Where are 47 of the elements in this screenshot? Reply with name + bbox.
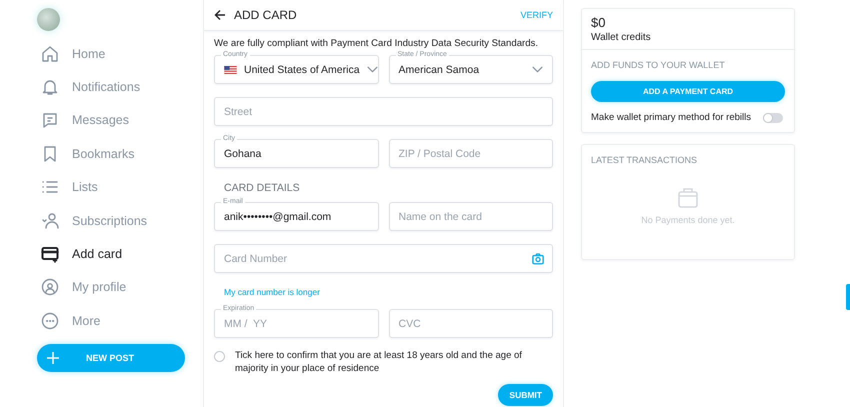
message-icon	[41, 111, 59, 130]
toggle-label: Make wallet primary method for rebills	[591, 112, 751, 123]
nav-item[interactable]: Notifications	[37, 70, 203, 104]
card-length-link[interactable]: My card number is longer	[224, 287, 320, 297]
nav-item[interactable]: Add card	[37, 237, 203, 271]
compliance-notice: We are fully compliant with Payment Card Industry Data Security Standards.	[214, 38, 540, 49]
input-field[interactable]: ZIP / Postal Code	[388, 139, 553, 168]
nav-item[interactable]: Subscriptions	[37, 204, 203, 238]
section-heading: ADD FUNDS TO YOUR WALLET	[591, 60, 726, 70]
wallet-amount: $0	[591, 15, 606, 30]
shopping-bag-icon	[676, 185, 700, 209]
checkbox-label: Tick here to confirm that you are at least 18 years old and the age of majority in your place of residence	[235, 349, 523, 375]
input-field[interactable]: Street	[214, 97, 553, 126]
age-checkbox[interactable]	[214, 351, 225, 362]
page-title: ADD CARD	[234, 8, 298, 22]
more-icon	[41, 312, 59, 330]
nav-item[interactable]: More	[37, 304, 203, 338]
home-icon	[41, 44, 59, 63]
card-number-field[interactable]: Card Number	[214, 244, 553, 273]
edge-tab[interactable]	[846, 284, 850, 310]
back-arrow-icon[interactable]	[214, 9, 226, 21]
chevron-down-icon	[532, 66, 543, 73]
wallet-caption: Wallet credits	[591, 32, 652, 43]
add-payment-card-button[interactable]: ADD A PAYMENT CARD	[591, 81, 785, 102]
nav-item[interactable]: Lists	[37, 170, 203, 204]
submit-button[interactable]: SUBMIT	[498, 384, 553, 406]
verify-link[interactable]: VERIFY	[520, 10, 553, 20]
section-heading: CARD DETAILS	[224, 182, 301, 194]
input-field[interactable]: CVC	[388, 309, 553, 338]
empty-message: No Payments done yet.	[641, 215, 735, 225]
input-field[interactable]: anik••••••••@gmail.com	[214, 202, 378, 231]
select-field[interactable]: American Samoa	[388, 55, 553, 84]
bell-icon	[41, 78, 59, 96]
rebill-toggle[interactable]	[763, 112, 783, 122]
input-field[interactable]: Name on the card	[388, 202, 553, 231]
nav-item[interactable]: Home	[37, 37, 203, 70]
avatar[interactable]	[37, 8, 60, 31]
camera-icon[interactable]	[532, 252, 544, 264]
card-icon	[41, 245, 59, 264]
profile-icon	[41, 278, 59, 296]
nav-item[interactable]: Bookmarks	[37, 137, 203, 171]
chevron-down-icon	[366, 66, 378, 73]
nav-item[interactable]: Messages	[37, 104, 203, 138]
new-post-button[interactable]: NEW POST	[37, 344, 185, 372]
plus-icon	[47, 352, 59, 364]
section-heading: LATEST TRANSACTIONS	[591, 155, 698, 165]
nav-item[interactable]: My profile	[37, 270, 203, 304]
